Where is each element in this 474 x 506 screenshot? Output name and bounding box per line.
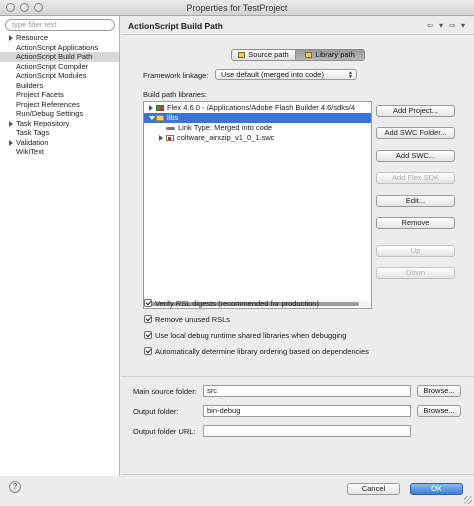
collapse-arrow-icon[interactable]	[149, 113, 155, 123]
sidebar-item-resource[interactable]: Resource	[0, 33, 119, 43]
remove-unused-rsls-checkbox[interactable]	[144, 315, 152, 323]
back-menu-icon[interactable]: ▾	[439, 21, 443, 30]
swc-file-icon	[166, 135, 174, 141]
down-button[interactable]: Down	[376, 267, 455, 279]
tree-row-label: Link Type: Merged into code	[178, 123, 273, 132]
forward-menu-icon[interactable]: ▾	[461, 21, 465, 30]
expand-arrow-icon[interactable]	[159, 133, 165, 143]
build-path-libraries-tree[interactable]: Flex 4.6.0 - /Applications/Adobe Flash B…	[143, 101, 372, 309]
tab-label: Library path	[315, 50, 355, 59]
sidebar-item-project-references[interactable]: Project References	[0, 100, 119, 110]
ok-button[interactable]: OK	[410, 483, 463, 495]
sidebar-item-validation[interactable]: Validation	[0, 138, 119, 148]
build-path-libraries-label: Build path libraries:	[143, 90, 207, 99]
tab-source-path[interactable]: Source path	[232, 50, 296, 60]
sidebar-item-label: ActionScript Build Path	[16, 52, 93, 61]
sidebar-item-actionscript-build-path[interactable]: ActionScript Build Path	[0, 52, 119, 62]
filter-input[interactable]: type filter text	[5, 19, 115, 31]
sidebar-item-task-repository[interactable]: Task Repository	[0, 119, 119, 129]
sidebar-item-label: Task Tags	[16, 128, 50, 137]
checkbox-label: Remove unused RSLs	[155, 315, 231, 324]
sidebar-item-actionscript-applications[interactable]: ActionScript Applications	[0, 43, 119, 53]
add-swc-button[interactable]: Add SWC...	[376, 150, 455, 162]
checkbox-label: Automatically determine library ordering…	[155, 347, 369, 356]
sidebar-item-label: Project References	[16, 99, 80, 109]
page-title: ActionScript Build Path	[128, 21, 223, 31]
tree-row-label: libs	[167, 113, 179, 122]
framework-linkage-select[interactable]: Use default (merged into code) ▲ ▼	[215, 69, 357, 80]
auto-library-ordering-checkbox[interactable]	[144, 347, 152, 355]
tree-row-link-type[interactable]: Link Type: Merged into code	[144, 123, 371, 133]
sidebar-item-wikitext[interactable]: WikiText	[0, 147, 119, 157]
checkbox-label: Verify RSL digests (recommended for prod…	[155, 299, 319, 308]
expand-arrow-icon[interactable]	[149, 103, 155, 113]
sidebar-item-task-tags[interactable]: Task Tags	[0, 128, 119, 138]
framework-linkage-label: Framework linkage:	[143, 71, 209, 80]
sidebar-item-label: Validation	[16, 137, 49, 147]
remove-button[interactable]: Remove	[376, 217, 455, 229]
expand-arrow-icon[interactable]	[8, 138, 14, 147]
output-folder-url-label: Output folder URL:	[133, 427, 196, 436]
popup-arrows-icon: ▲ ▼	[348, 70, 353, 80]
page-header: ActionScript Build Path ⇦ ▾ ⇨ ▾	[121, 16, 474, 35]
folder-icon	[156, 115, 164, 121]
sidebar-item-builders[interactable]: Builders	[0, 81, 119, 91]
tree-row-flex-sdk[interactable]: Flex 4.6.0 - /Applications/Adobe Flash B…	[144, 103, 371, 113]
output-folder-url-field[interactable]	[203, 425, 411, 437]
add-swc-folder-button[interactable]: Add SWC Folder...	[376, 127, 455, 139]
help-button[interactable]: ?	[9, 481, 21, 493]
window-titlebar: Properties for TestProject	[0, 0, 474, 16]
source-folder-icon	[238, 52, 246, 58]
sidebar-item-actionscript-modules[interactable]: ActionScript Modules	[0, 71, 119, 81]
divider	[121, 474, 474, 475]
output-folder-label: Output folder:	[133, 407, 179, 416]
library-icon	[305, 52, 313, 58]
sidebar-item-label: Builders	[16, 80, 44, 90]
up-button[interactable]: Up	[376, 245, 455, 257]
sidebar-item-label: ActionScript Modules	[16, 71, 87, 80]
sidebar-item-run-debug-settings[interactable]: Run/Debug Settings	[0, 109, 119, 119]
browse-output-folder-button[interactable]: Browse...	[417, 405, 461, 417]
expand-arrow-icon[interactable]	[8, 119, 14, 128]
framework-linkage-value: Use default (merged into code)	[221, 70, 324, 79]
add-flex-sdk-button[interactable]: Add Flex SDK	[376, 172, 455, 184]
tab-library-path[interactable]: Library path	[296, 50, 364, 60]
divider	[121, 376, 474, 377]
expand-arrow-icon[interactable]	[8, 33, 14, 42]
path-tabs: Source path Library path	[231, 49, 365, 61]
edit-button[interactable]: Edit...	[376, 195, 455, 207]
sidebar-item-label: Resource	[16, 33, 49, 42]
window-title: Properties for TestProject	[186, 3, 288, 13]
sidebar-item-actionscript-compiler[interactable]: ActionScript Compiler	[0, 62, 119, 72]
tree-row-label: coltware_airxzip_v1_0_1.swc	[177, 133, 275, 142]
tab-label: Source path	[248, 50, 289, 59]
sidebar-item-label: ActionScript Compiler	[16, 61, 89, 71]
use-local-debug-rsls-checkbox[interactable]	[144, 331, 152, 339]
sidebar-item-label: ActionScript Applications	[16, 42, 99, 52]
main-source-folder-field[interactable]: src	[203, 385, 411, 397]
sidebar-item-project-facets[interactable]: Project Facets	[0, 90, 119, 100]
link-icon	[166, 127, 175, 130]
flex-sdk-icon	[156, 105, 164, 111]
browse-main-source-button[interactable]: Browse...	[417, 385, 461, 397]
tree-row-label: Flex 4.6.0 - /Applications/Adobe Flash B…	[167, 103, 356, 112]
cancel-button[interactable]: Cancel	[347, 483, 400, 495]
main-source-folder-label: Main source folder:	[133, 387, 197, 396]
sidebar-item-label: Run/Debug Settings	[16, 109, 84, 118]
tree-row-swc[interactable]: coltware_airxzip_v1_0_1.swc	[144, 133, 371, 143]
tree-row-libs[interactable]: libs	[144, 113, 371, 123]
checkbox-label: Use local debug runtime shared libraries…	[155, 331, 347, 340]
properties-page: ActionScript Build Path ⇦ ▾ ⇨ ▾ Source p…	[121, 16, 474, 506]
sidebar-item-label: Project Facets	[16, 90, 64, 99]
back-arrow-icon[interactable]: ⇦	[427, 21, 434, 30]
properties-sidebar: type filter text Resource ActionScript A…	[0, 16, 120, 476]
forward-arrow-icon[interactable]: ⇨	[449, 21, 456, 30]
add-project-button[interactable]: Add Project...	[376, 105, 455, 117]
sidebar-item-label: WikiText	[16, 147, 44, 156]
output-folder-field[interactable]: bin-debug	[203, 405, 411, 417]
verify-rsl-digests-checkbox[interactable]	[144, 299, 152, 307]
resize-grip-icon[interactable]	[464, 496, 472, 504]
sidebar-item-label: Task Repository	[16, 118, 70, 128]
